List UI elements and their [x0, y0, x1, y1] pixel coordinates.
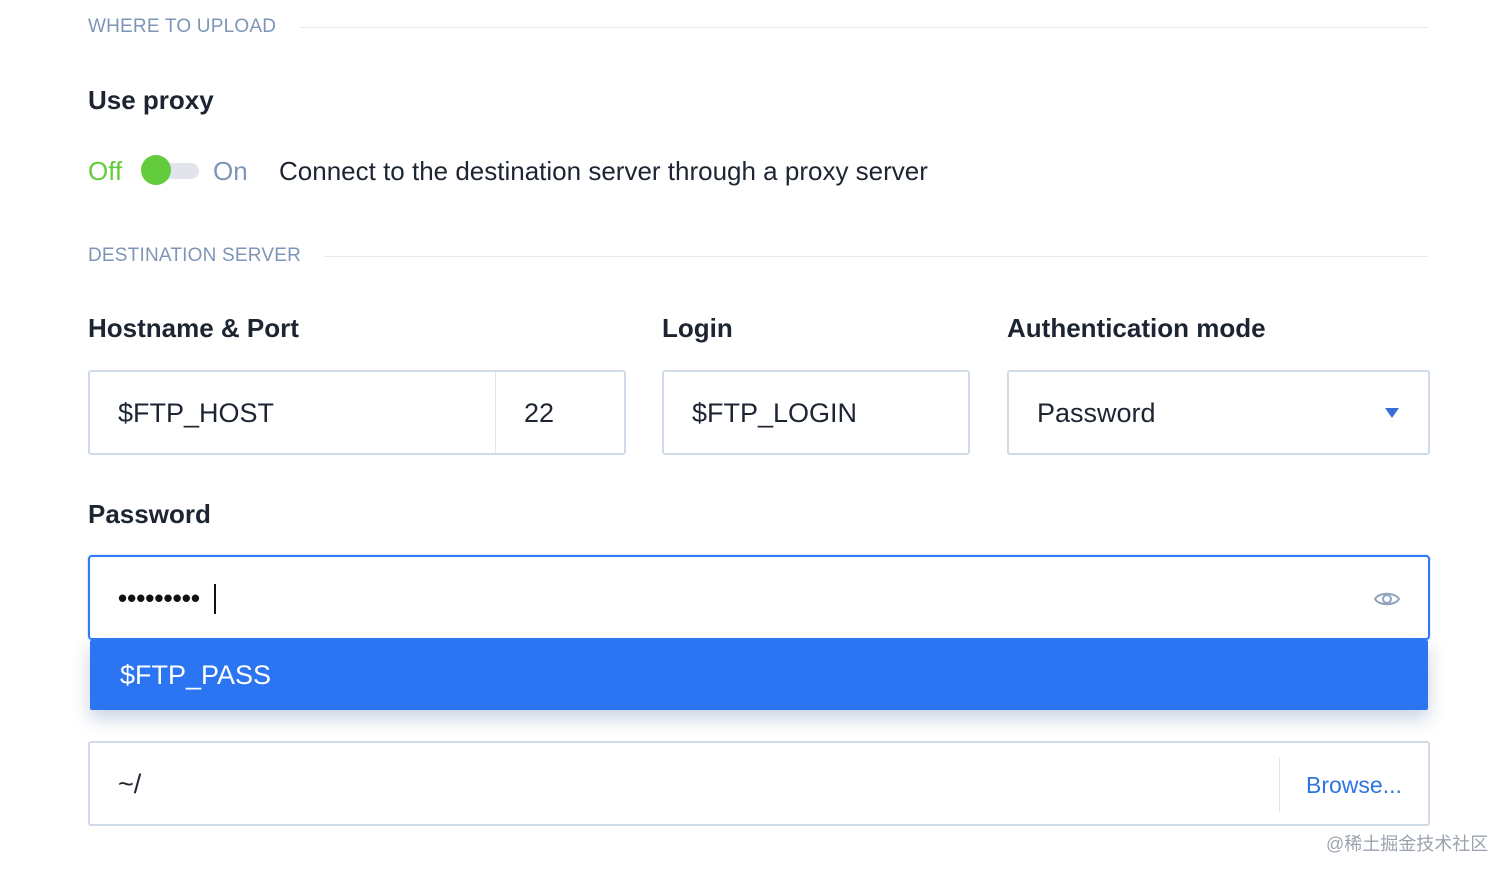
- toggle-on-label[interactable]: On: [213, 154, 248, 188]
- toggle-off-label[interactable]: Off: [88, 154, 122, 188]
- password-input-box[interactable]: •••••••••: [88, 555, 1430, 640]
- autocomplete-option[interactable]: $FTP_PASS: [120, 658, 271, 692]
- section-title-destination-server: DESTINATION SERVER: [88, 245, 301, 266]
- caret-down-icon: [1385, 408, 1399, 418]
- watermark: @稀土掘金技术社区: [1326, 834, 1489, 854]
- browse-button[interactable]: Browse...: [1306, 770, 1402, 800]
- use-proxy-label: Use proxy: [88, 85, 214, 115]
- eye-icon[interactable]: [1372, 584, 1402, 614]
- hostname-port-group: $FTP_HOST 22: [88, 370, 626, 455]
- proxy-description: Connect to the destination server throug…: [279, 156, 928, 186]
- hostname-input[interactable]: $FTP_HOST: [118, 396, 274, 430]
- autocomplete-dropdown: $FTP_PASS: [90, 640, 1428, 710]
- password-input[interactable]: •••••••••: [118, 581, 200, 615]
- toggle-knob: [141, 155, 171, 185]
- proxy-toggle[interactable]: [140, 154, 202, 188]
- auth-mode-select[interactable]: Password: [1007, 370, 1430, 455]
- auth-mode-label: Authentication mode: [1007, 313, 1266, 343]
- hostname-port-label: Hostname & Port: [88, 313, 299, 343]
- remote-path-box: ~/ Browse...: [88, 741, 1430, 826]
- auth-mode-selected: Password: [1037, 398, 1156, 428]
- password-label: Password: [88, 499, 211, 529]
- host-port-divider: [495, 372, 496, 453]
- login-input-box[interactable]: $FTP_LOGIN: [662, 370, 970, 455]
- browse-divider: [1279, 757, 1280, 812]
- section-divider: [300, 27, 1428, 28]
- login-label: Login: [662, 313, 733, 343]
- login-input[interactable]: $FTP_LOGIN: [692, 396, 857, 430]
- text-caret: [214, 584, 216, 614]
- remote-path-input[interactable]: ~/: [118, 767, 141, 801]
- port-input[interactable]: 22: [524, 396, 554, 430]
- section-title-where-to-upload: WHERE TO UPLOAD: [88, 16, 277, 37]
- section-divider: [324, 256, 1428, 257]
